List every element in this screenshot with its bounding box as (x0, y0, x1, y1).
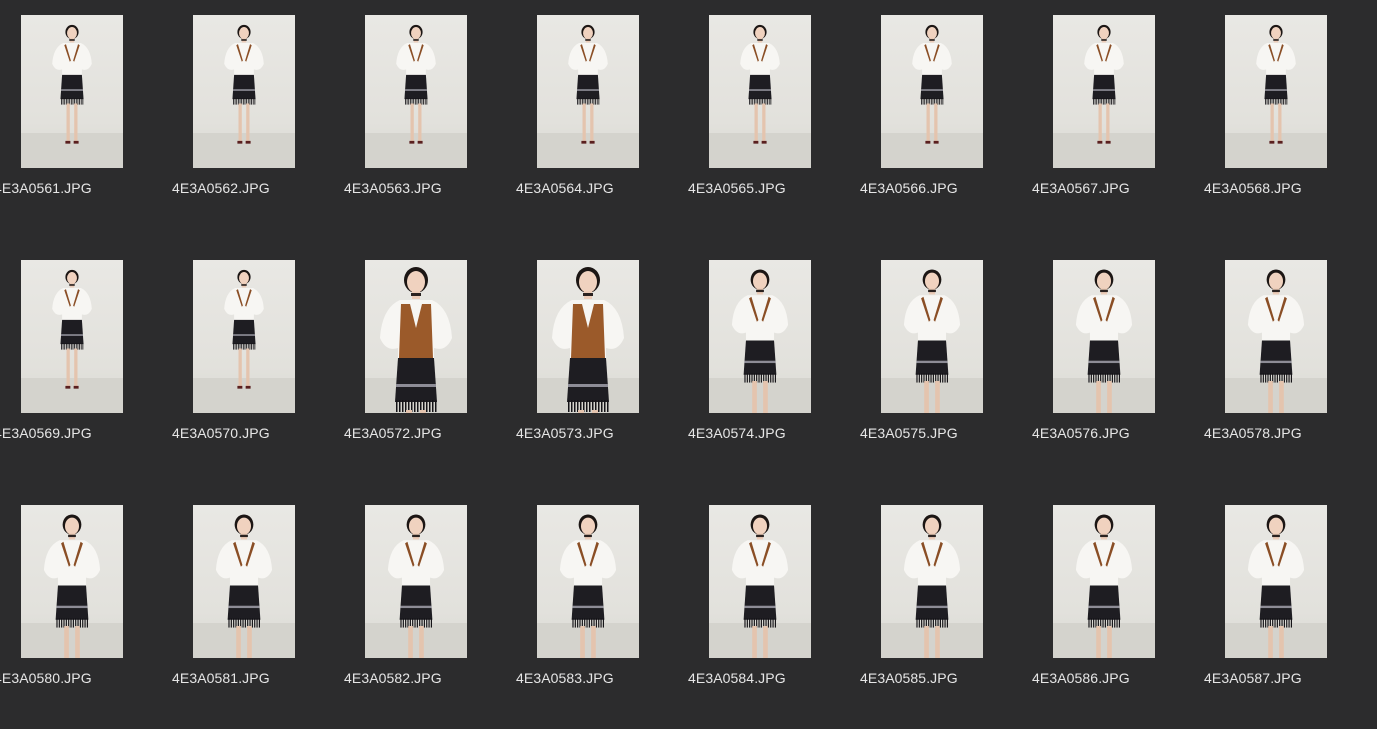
file-name-label: 4E3A0567.JPG (1032, 180, 1130, 196)
photo-thumbnail[interactable] (21, 260, 123, 413)
file-name-label: 4E3A0570.JPG (172, 425, 270, 441)
file-item[interactable]: 4E3A0572.JPG (344, 245, 516, 490)
file-name-label: 4E3A0580.JPG (0, 670, 92, 686)
photo-thumbnail[interactable] (537, 260, 639, 413)
file-icon-grid: 4E3A0561.JPG 4E3A0562.JPG 4E3A0563.JPG 4E3A… (0, 0, 1377, 729)
photo-thumbnail[interactable] (21, 15, 123, 168)
file-item[interactable]: 4E3A0561.JPG (0, 0, 172, 245)
file-item[interactable]: 4E3A0562.JPG (172, 0, 344, 245)
photo-thumbnail[interactable] (881, 15, 983, 168)
file-name-label: 4E3A0584.JPG (688, 670, 786, 686)
file-name-label: 4E3A0575.JPG (860, 425, 958, 441)
file-name-label: 4E3A0572.JPG (344, 425, 442, 441)
file-item[interactable]: 4E3A0581.JPG (172, 490, 344, 729)
photo-thumbnail[interactable] (1225, 260, 1327, 413)
file-name-label: 4E3A0574.JPG (688, 425, 786, 441)
file-item[interactable]: 4E3A0575.JPG (860, 245, 1032, 490)
file-name-label: 4E3A0583.JPG (516, 670, 614, 686)
photo-thumbnail[interactable] (21, 505, 123, 658)
file-name-label: 4E3A0566.JPG (860, 180, 958, 196)
file-item[interactable]: 4E3A0568.JPG (1204, 0, 1376, 245)
file-item[interactable]: 4E3A0583.JPG (516, 490, 688, 729)
photo-thumbnail[interactable] (193, 505, 295, 658)
file-item[interactable]: 4E3A0584.JPG (688, 490, 860, 729)
file-name-label: 4E3A0563.JPG (344, 180, 442, 196)
photo-thumbnail[interactable] (709, 260, 811, 413)
file-item[interactable]: 4E3A0587.JPG (1204, 490, 1376, 729)
photo-thumbnail[interactable] (1225, 505, 1327, 658)
photo-thumbnail[interactable] (365, 15, 467, 168)
file-item[interactable]: 4E3A0564.JPG (516, 0, 688, 245)
file-item[interactable]: 4E3A0582.JPG (344, 490, 516, 729)
photo-thumbnail[interactable] (881, 260, 983, 413)
file-name-label: 4E3A0569.JPG (0, 425, 92, 441)
photo-thumbnail[interactable] (537, 505, 639, 658)
file-name-label: 4E3A0568.JPG (1204, 180, 1302, 196)
file-item[interactable]: 4E3A0576.JPG (1032, 245, 1204, 490)
file-name-label: 4E3A0587.JPG (1204, 670, 1302, 686)
file-item[interactable]: 4E3A0566.JPG (860, 0, 1032, 245)
file-name-label: 4E3A0581.JPG (172, 670, 270, 686)
file-item[interactable]: 4E3A0563.JPG (344, 0, 516, 245)
photo-thumbnail[interactable] (1053, 15, 1155, 168)
photo-thumbnail[interactable] (365, 505, 467, 658)
file-name-label: 4E3A0562.JPG (172, 180, 270, 196)
file-name-label: 4E3A0564.JPG (516, 180, 614, 196)
photo-thumbnail[interactable] (1053, 505, 1155, 658)
file-item[interactable]: 4E3A0567.JPG (1032, 0, 1204, 245)
photo-thumbnail[interactable] (193, 15, 295, 168)
file-item[interactable]: 4E3A0573.JPG (516, 245, 688, 490)
file-name-label: 4E3A0585.JPG (860, 670, 958, 686)
file-item[interactable]: 4E3A0574.JPG (688, 245, 860, 490)
photo-thumbnail[interactable] (709, 15, 811, 168)
photo-thumbnail[interactable] (537, 15, 639, 168)
photo-thumbnail[interactable] (709, 505, 811, 658)
file-name-label: 4E3A0565.JPG (688, 180, 786, 196)
file-name-label: 4E3A0561.JPG (0, 180, 92, 196)
file-item[interactable]: 4E3A0580.JPG (0, 490, 172, 729)
file-name-label: 4E3A0573.JPG (516, 425, 614, 441)
photo-thumbnail[interactable] (1053, 260, 1155, 413)
file-item[interactable]: 4E3A0570.JPG (172, 245, 344, 490)
file-item[interactable]: 4E3A0586.JPG (1032, 490, 1204, 729)
file-name-label: 4E3A0586.JPG (1032, 670, 1130, 686)
file-item[interactable]: 4E3A0585.JPG (860, 490, 1032, 729)
photo-thumbnail[interactable] (881, 505, 983, 658)
photo-thumbnail[interactable] (193, 260, 295, 413)
file-name-label: 4E3A0578.JPG (1204, 425, 1302, 441)
file-item[interactable]: 4E3A0578.JPG (1204, 245, 1376, 490)
file-item[interactable]: 4E3A0565.JPG (688, 0, 860, 245)
photo-thumbnail[interactable] (1225, 15, 1327, 168)
file-name-label: 4E3A0576.JPG (1032, 425, 1130, 441)
file-name-label: 4E3A0582.JPG (344, 670, 442, 686)
photo-thumbnail[interactable] (365, 260, 467, 413)
file-item[interactable]: 4E3A0569.JPG (0, 245, 172, 490)
